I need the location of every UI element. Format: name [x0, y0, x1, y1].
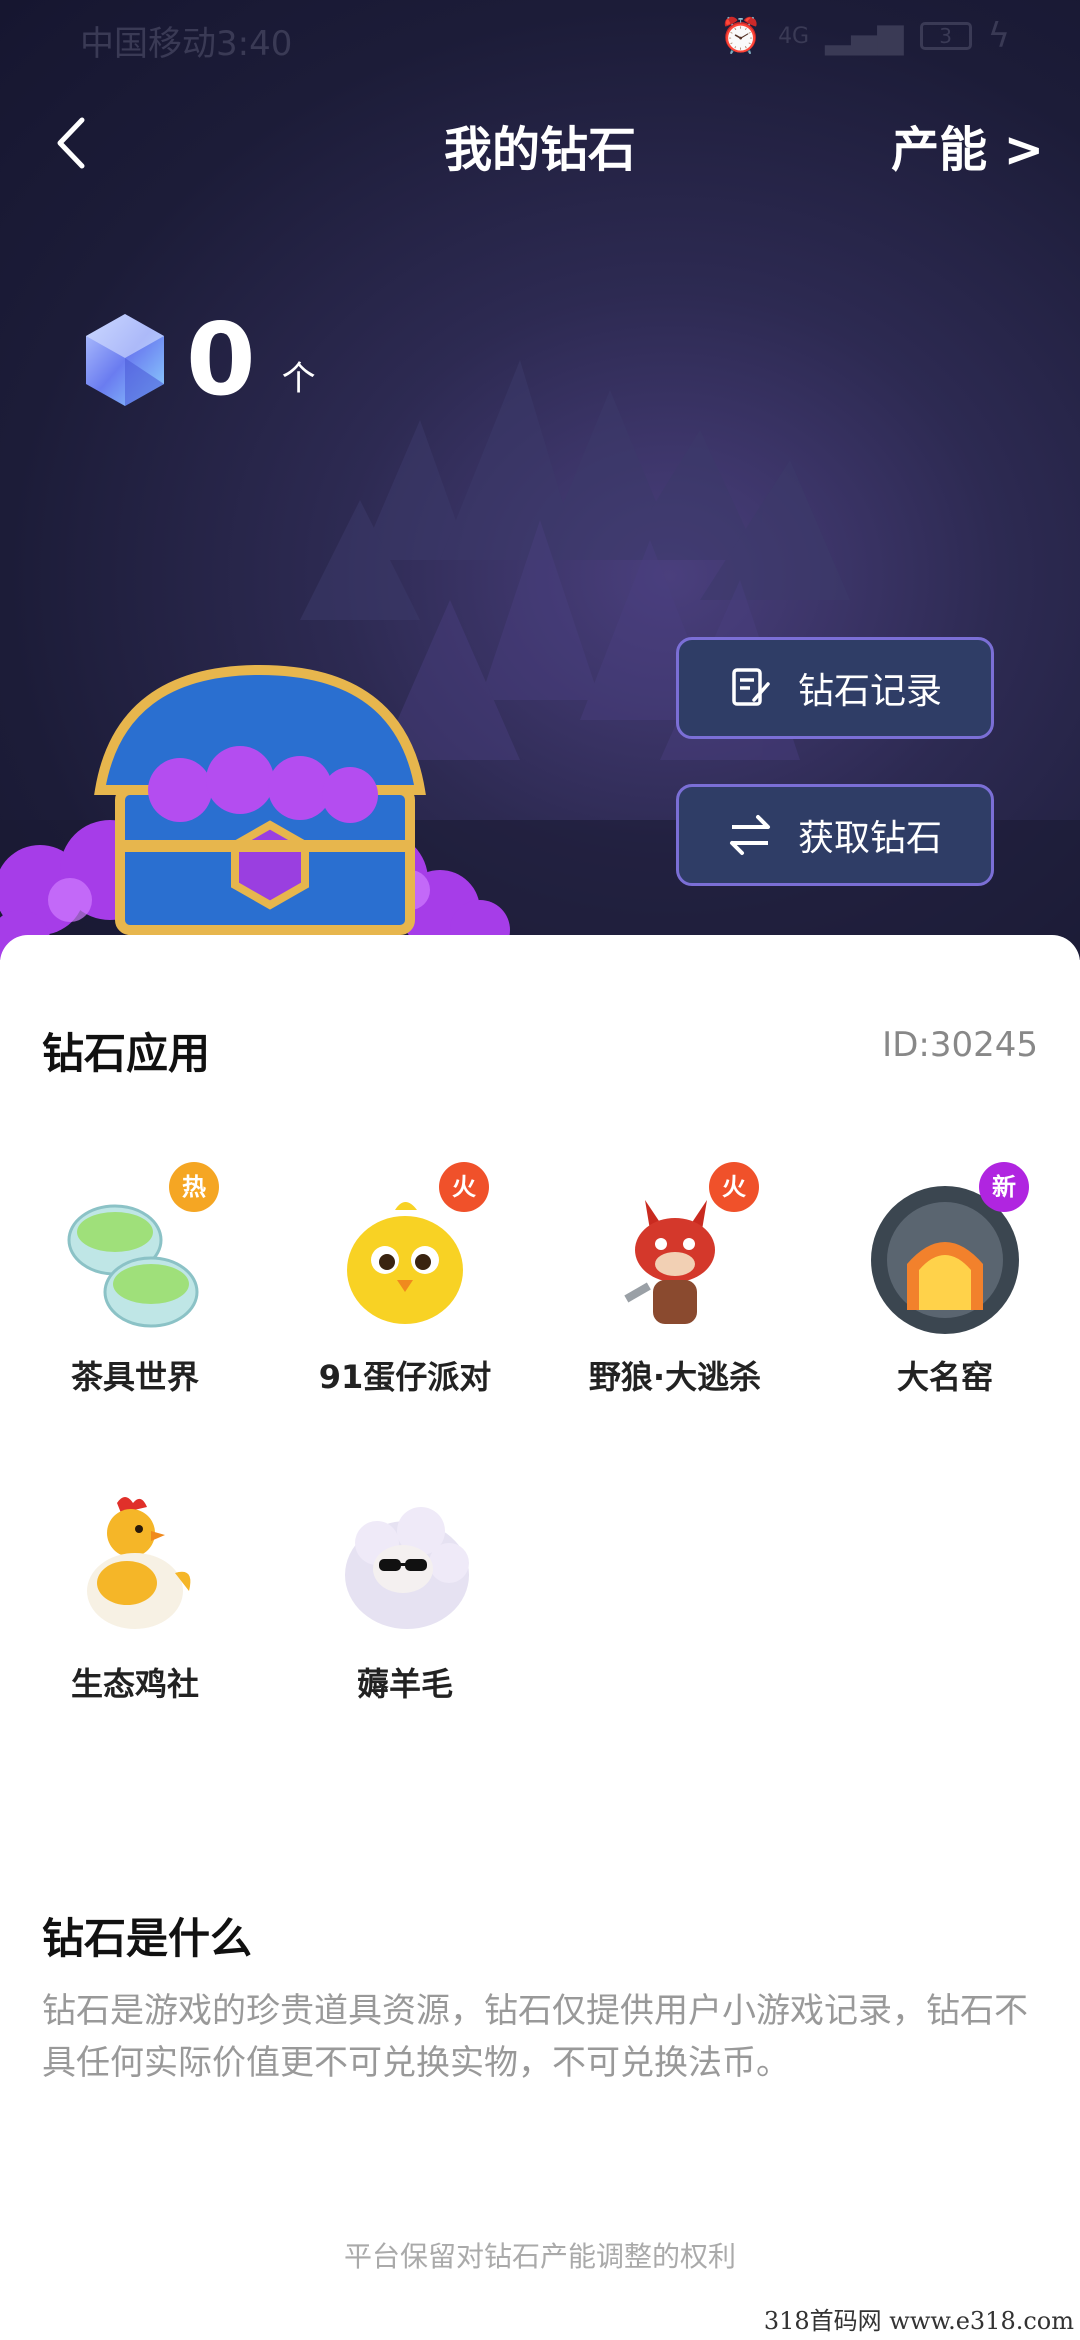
app-tag: 新	[979, 1162, 1029, 1212]
swap-arrows-icon	[729, 815, 770, 855]
obtain-diamond-button[interactable]: 获取钻石	[676, 784, 994, 886]
app-wild-wolf-battle[interactable]: 火 野狼·大逃杀	[560, 1162, 790, 1420]
status-bar: 中国移动3:40 ⏰ 4G ▂▄▆ 3 ϟ	[0, 0, 1080, 72]
about-text: 钻石是游戏的珍贵道具资源，钻石仅提供用户小游戏记录，钻石不具任何实际价值更不可兑…	[42, 1991, 1028, 2083]
app-name: 91蛋仔派对	[318, 1358, 492, 1396]
rooster-icon	[55, 1487, 215, 1647]
diamond-page: 中国移动3:40 ⏰ 4G ▂▄▆ 3 ϟ 我的钻石 产能 > 0 个 钻石记录…	[0, 0, 1080, 2340]
diamond-balance: 0 个	[80, 300, 316, 420]
content-panel: 钻石应用 ID:30245 热 茶具世界 火 91蛋仔派对 火 野狼·大逃杀 新…	[0, 935, 1080, 2340]
app-fleece-the-sheep[interactable]: 薅羊毛	[290, 1487, 520, 1727]
treasure-chest-illustration	[0, 664, 510, 960]
capacity-link[interactable]: 产能 >	[891, 110, 1044, 180]
app-tag: 热	[169, 1162, 219, 1212]
app-tag: 火	[439, 1162, 489, 1212]
app-name: 野狼·大逃杀	[588, 1358, 762, 1396]
obtain-diamond-label: 获取钻石	[797, 818, 942, 859]
app-name: 薅羊毛	[356, 1665, 453, 1703]
balance-value: 0	[186, 301, 256, 418]
diamond-record-label: 钻石记录	[797, 671, 942, 712]
tea-cups-icon: 热	[55, 1162, 219, 1340]
red-wolf-icon: 火	[595, 1162, 759, 1340]
carrier-time: 中国移动3:40	[80, 24, 293, 64]
balance-unit: 个	[281, 358, 316, 399]
about-title: 钻石是什么	[42, 1914, 253, 1963]
kiln-icon: 新	[865, 1162, 1029, 1340]
app-name: 茶具世界	[70, 1358, 199, 1396]
charging-icon: ϟ	[987, 16, 1010, 56]
alarm-icon: ⏰	[719, 16, 763, 56]
status-icons: ⏰ 4G ▂▄▆ 3 ϟ	[720, 16, 1010, 56]
footer-note: 平台保留对钻石产能调整的权利	[343, 2240, 736, 2273]
app-tea-set-world[interactable]: 热 茶具世界	[20, 1162, 250, 1420]
app-eco-chicken-club[interactable]: 生态鸡社	[20, 1487, 250, 1727]
sheep-icon	[325, 1487, 485, 1647]
network-label: 4G	[778, 23, 810, 49]
diamond-record-button[interactable]: 钻石记录	[676, 637, 994, 739]
top-nav: 我的钻石 产能 >	[0, 100, 1080, 184]
app-name: 大名窑	[896, 1358, 993, 1396]
app-name: 生态鸡社	[70, 1665, 199, 1703]
document-edit-icon	[732, 668, 770, 706]
app-daming-kiln[interactable]: 新 大名窑	[830, 1162, 1060, 1420]
apps-section-title: 钻石应用	[42, 1029, 211, 1078]
signal-icon: ▂▄▆	[825, 16, 904, 56]
app-91-eggy-party[interactable]: 火 91蛋仔派对	[290, 1162, 520, 1420]
battery-icon: 3	[919, 22, 972, 50]
user-id-label: ID:30245	[882, 1025, 1038, 1065]
app-tag: 火	[709, 1162, 759, 1212]
yellow-chick-icon: 火	[325, 1162, 489, 1340]
diamond-icon	[86, 314, 164, 406]
hero-banner: 中国移动3:40 ⏰ 4G ▂▄▆ 3 ϟ 我的钻石 产能 > 0 个 钻石记录…	[0, 0, 1080, 960]
watermark: 318首码网 www.e318.com	[763, 2307, 1074, 2335]
